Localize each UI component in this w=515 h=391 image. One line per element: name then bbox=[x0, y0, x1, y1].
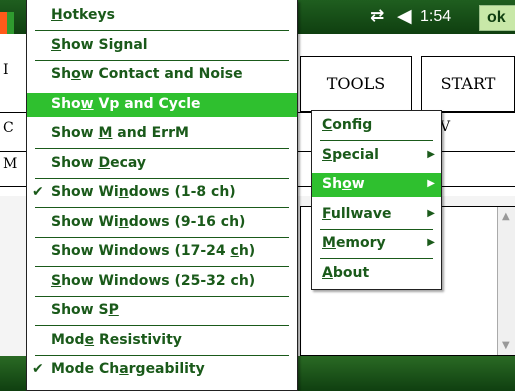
menu-item[interactable]: Show Windows (9-16 ch) bbox=[27, 211, 297, 235]
show-menu: Hotkeys Show Signal Show Contact and Noise… bbox=[26, 0, 298, 391]
bg-letter: M bbox=[3, 156, 18, 172]
chevron-right-icon: ▶ bbox=[427, 237, 435, 248]
menu-item[interactable]: Show Vp and Cycle bbox=[27, 92, 297, 117]
menu-item-label: Show M and ErrM bbox=[51, 125, 189, 141]
submenu-item-label: Show bbox=[322, 176, 365, 192]
submenu-item[interactable]: Memory ▶ bbox=[312, 232, 441, 256]
menu-item[interactable]: Show Windows (17-24 ch) bbox=[27, 240, 297, 264]
scroll-up-icon[interactable]: ▲ bbox=[502, 211, 510, 222]
menu-item-label: Show Signal bbox=[51, 36, 148, 53]
ok-button[interactable]: ok bbox=[479, 5, 515, 31]
chevron-right-icon: ▶ bbox=[427, 148, 435, 160]
menu-separator bbox=[35, 354, 289, 356]
bg-letter: C bbox=[3, 120, 14, 136]
menu-item[interactable]: ✔ Mode Chargeability bbox=[27, 358, 297, 382]
submenu-item[interactable]: Special ▶ bbox=[312, 144, 441, 168]
menu-separator bbox=[35, 325, 289, 326]
menu-item-label: Show Decay bbox=[51, 154, 147, 171]
submenu-item-label: Memory bbox=[322, 235, 386, 251]
start-flag-icon[interactable] bbox=[0, 12, 14, 34]
menu-item[interactable]: Show Signal bbox=[27, 34, 297, 58]
chevron-right-icon: ▶ bbox=[427, 178, 435, 189]
menu-item[interactable]: Show M and ErrM bbox=[27, 122, 297, 146]
tools-menu: Config Special ▶ Show ▶ Fullwave ▶ Memory ▶ About bbox=[311, 110, 442, 290]
connectivity-icon[interactable]: ⇄ bbox=[370, 6, 384, 26]
menu-item-label: Mode Chargeability bbox=[51, 361, 205, 377]
screen: ⇄ ◀ 1:54 ok I C M TOOLS START V ▲ ▼ Hotk… bbox=[0, 0, 515, 391]
submenu-item-label: Config bbox=[322, 117, 373, 133]
menu-separator bbox=[35, 266, 289, 267]
menu-item[interactable]: Hotkeys bbox=[27, 4, 297, 28]
menu-item-label: Show Windows (25-32 ch) bbox=[51, 272, 256, 289]
menu-item-label: Show Vp and Cycle bbox=[51, 95, 201, 112]
menu-item-label: Show Windows (9-16 ch) bbox=[51, 213, 246, 230]
menu-item[interactable]: Show SP bbox=[27, 299, 297, 323]
submenu-item[interactable]: Fullwave ▶ bbox=[312, 203, 441, 227]
menu-separator bbox=[35, 236, 289, 238]
menu-separator bbox=[320, 228, 433, 230]
submenu-item-label: Fullwave bbox=[322, 205, 392, 222]
volume-icon[interactable]: ◀ bbox=[397, 5, 412, 27]
submenu-item-label: Special bbox=[322, 146, 379, 163]
menu-separator bbox=[35, 30, 289, 31]
menu-separator bbox=[35, 295, 289, 297]
chevron-right-icon: ▶ bbox=[427, 207, 435, 219]
start-tab[interactable]: START bbox=[421, 56, 515, 112]
menu-item-label: Show Contact and Noise bbox=[51, 66, 243, 82]
submenu-item[interactable]: About bbox=[312, 262, 441, 286]
scroll-down-icon[interactable]: ▼ bbox=[502, 340, 510, 351]
menu-item-label: Hotkeys bbox=[51, 7, 115, 23]
tools-tab[interactable]: TOOLS bbox=[300, 56, 412, 112]
menu-separator bbox=[35, 207, 289, 208]
menu-item[interactable]: Mode Resistivity bbox=[27, 329, 297, 353]
menu-item-label: Show Windows (1-8 ch) bbox=[51, 184, 236, 200]
menu-item-label: Mode Resistivity bbox=[51, 331, 182, 348]
checkmark-icon: ✔ bbox=[32, 361, 44, 377]
checkmark-icon: ✔ bbox=[32, 184, 44, 200]
submenu-item-label: About bbox=[322, 264, 370, 281]
menu-separator bbox=[35, 148, 289, 149]
menu-separator bbox=[320, 140, 433, 141]
clock[interactable]: 1:54 bbox=[420, 8, 451, 26]
menu-separator bbox=[35, 59, 289, 61]
menu-item[interactable]: Show Windows (25-32 ch) bbox=[27, 270, 297, 294]
menu-item[interactable]: Show Contact and Noise bbox=[27, 63, 297, 87]
menu-separator bbox=[320, 258, 433, 259]
menu-separator bbox=[35, 177, 289, 179]
scrollbar[interactable]: ▲ ▼ bbox=[497, 207, 515, 355]
menu-item[interactable]: ✔ Show Windows (1-8 ch) bbox=[27, 181, 297, 205]
submenu-item[interactable]: Config bbox=[312, 114, 441, 138]
menu-item-label: Show SP bbox=[51, 302, 119, 318]
submenu-item[interactable]: Show ▶ bbox=[312, 173, 441, 197]
menu-item-label: Show Windows (17-24 ch) bbox=[51, 243, 256, 259]
menu-item[interactable]: Show Decay bbox=[27, 152, 297, 176]
bg-letter: I bbox=[3, 62, 9, 78]
